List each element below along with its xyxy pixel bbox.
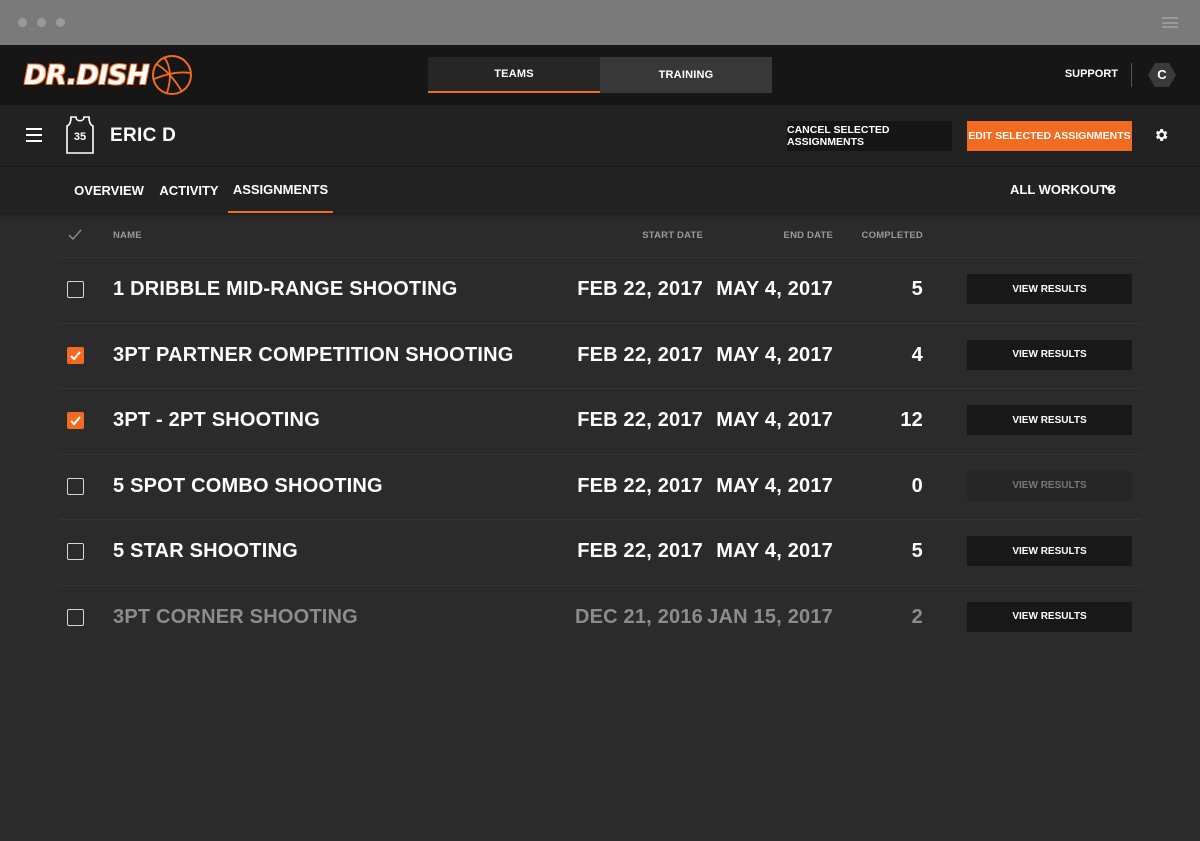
app-header: DR.DISH TEAMS TRAINING SUPPORT C [0, 45, 1200, 105]
view-results-button[interactable]: VIEW RESULTS [967, 274, 1132, 304]
workout-name: 5 STAR SHOOTING [113, 540, 298, 562]
end-date: MAY 4, 2017 [716, 474, 833, 497]
jersey-number: 35 [73, 131, 87, 143]
gear-icon[interactable] [1153, 127, 1169, 143]
player-name: ERIC D [110, 125, 177, 146]
workout-name: 5 SPOT COMBO SHOOTING [113, 474, 383, 497]
end-date: MAY 4, 2017 [716, 409, 833, 431]
table-row: 1 DRIBBLE MID-RANGE SHOOTING FEB 22, 2017… [60, 257, 1140, 322]
completed-count: 5 [911, 278, 923, 300]
user-avatar[interactable]: C [1148, 61, 1176, 89]
row-checkbox[interactable] [67, 281, 84, 298]
view-results-button[interactable]: VIEW RESULTS [967, 405, 1132, 435]
table-row: 5 STAR SHOOTING FEB 22, 2017 MAY 4, 2017 5 V… [60, 519, 1140, 584]
window-dot [18, 18, 27, 27]
end-date: MAY 4, 2017 [716, 278, 833, 300]
hamburger-menu-icon[interactable] [26, 128, 42, 142]
tab-overview[interactable]: OVERVIEW [70, 167, 148, 213]
column-header-completed[interactable]: COMPLETED [862, 230, 923, 241]
workouts-filter-select[interactable]: ALL WORKOUTS [1010, 182, 1116, 197]
window-dot [56, 18, 65, 27]
table-row: 3PT PARTNER COMPETITION SHOOTING FEB 22, … [60, 322, 1140, 388]
workout-name: 3PT - 2PT SHOOTING [113, 409, 320, 431]
tab-training[interactable]: TRAINING [600, 57, 772, 93]
window-dot [37, 18, 46, 27]
brand-logo[interactable]: DR.DISH [24, 51, 194, 101]
checkmark-icon [70, 350, 81, 360]
browser-chrome [0, 0, 1200, 45]
row-checkbox[interactable] [67, 543, 84, 560]
tab-activity[interactable]: ACTIVITY [150, 167, 228, 213]
start-date: FEB 22, 2017 [577, 474, 703, 497]
view-results-button[interactable]: VIEW RESULTS [967, 601, 1132, 632]
workout-name: 3PT PARTNER COMPETITION SHOOTING [113, 343, 514, 366]
player-header: 35 ERIC D CANCEL SELECTED ASSIGNMENTS ED… [0, 105, 1200, 167]
cancel-selected-assignments-button[interactable]: CANCEL SELECTED ASSIGNMENTS [787, 121, 952, 151]
tab-teams[interactable]: TEAMS [428, 57, 600, 93]
completed-count: 2 [911, 605, 923, 628]
completed-count: 4 [911, 343, 923, 366]
browser-menu-icon[interactable] [1162, 17, 1178, 28]
table-row: 5 SPOT COMBO SHOOTING FEB 22, 2017 MAY 4, … [60, 453, 1140, 519]
table-row: 3PT CORNER SHOOTING DEC 21, 2016 JAN 15, 2… [60, 584, 1140, 650]
start-date: FEB 22, 2017 [577, 540, 703, 562]
start-date: FEB 22, 2017 [577, 343, 703, 366]
column-header-end-date[interactable]: END DATE [784, 230, 833, 241]
end-date: JAN 15, 2017 [707, 605, 833, 628]
completed-count: 12 [900, 409, 923, 431]
row-checkbox[interactable] [67, 412, 84, 429]
workout-name: 1 DRIBBLE MID-RANGE SHOOTING [113, 278, 458, 300]
avatar-initial: C [1157, 67, 1167, 82]
column-header-start-date[interactable]: START DATE [642, 230, 703, 241]
row-checkbox[interactable] [67, 346, 84, 364]
view-results-button[interactable]: VIEW RESULTS [967, 536, 1132, 566]
end-date: MAY 4, 2017 [716, 343, 833, 366]
row-checkbox[interactable] [67, 608, 84, 626]
logo-text: DR.DISH [24, 60, 149, 91]
select-all-check-icon[interactable] [68, 229, 82, 241]
support-link[interactable]: SUPPORT [1065, 68, 1118, 80]
start-date: DEC 21, 2016 [574, 605, 703, 628]
tab-assignments[interactable]: ASSIGNMENTS [228, 167, 333, 213]
view-results-button[interactable]: VIEW RESULTS [967, 470, 1132, 501]
row-checkbox[interactable] [67, 477, 84, 495]
start-date: FEB 22, 2017 [577, 409, 703, 431]
sub-tabs-bar: OVERVIEW ACTIVITY ASSIGNMENTS ALL WORKOU… [0, 167, 1200, 213]
start-date: FEB 22, 2017 [577, 278, 703, 300]
checkmark-icon [70, 416, 81, 426]
column-header-name[interactable]: NAME [113, 230, 142, 241]
table-row: 3PT - 2PT SHOOTING FEB 22, 2017 MAY 4, 201… [60, 388, 1140, 453]
jersey-badge: 35 [66, 116, 94, 154]
chevron-down-icon[interactable] [1104, 185, 1116, 193]
table-header: NAME START DATE END DATE COMPLETED [0, 213, 1200, 257]
completed-count: 0 [911, 474, 923, 497]
view-results-button[interactable]: VIEW RESULTS [967, 339, 1132, 370]
edit-selected-assignments-button[interactable]: EDIT SELECTED ASSIGNMENTS [967, 121, 1132, 151]
end-date: MAY 4, 2017 [716, 540, 833, 562]
basketball-icon [152, 55, 192, 95]
completed-count: 5 [911, 540, 923, 562]
divider [1131, 63, 1132, 87]
workout-name: 3PT CORNER SHOOTING [113, 605, 358, 628]
